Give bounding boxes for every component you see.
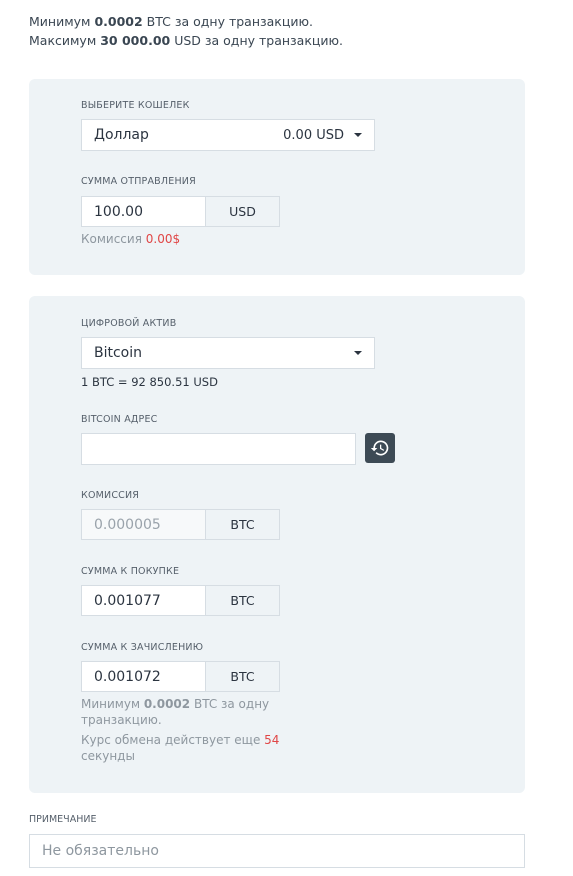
limits-min-value: 0.0002 [94, 14, 143, 29]
asset-label: ЦИФРОВОЙ АКТИВ [81, 318, 177, 329]
rate-valid-seconds: 54 [264, 733, 280, 747]
address-history-button[interactable] [365, 433, 395, 463]
credit-amount-unit: BTC [206, 661, 280, 692]
credit-amount-input[interactable]: 0.001072 [81, 661, 206, 692]
chevron-down-icon [354, 351, 362, 355]
asset-rate: 1 BTC = 92 850.51 USD [81, 375, 218, 389]
send-amount-label: СУММА ОТПРАВЛЕНИЯ [81, 176, 196, 187]
wallet-label: ВЫБЕРИТЕ КОШЕЛЕК [81, 100, 190, 111]
rate-valid-note: Курс обмена действует еще 54 секунды [81, 732, 279, 764]
credit-min-note: Минимум 0.0002 BTC за одну транзакцию. [81, 696, 269, 728]
comment-label: ПРИМЕЧАНИЕ [29, 814, 97, 825]
buy-amount-unit: BTC [206, 585, 280, 616]
asset-select[interactable]: Bitcoin [81, 337, 375, 369]
credit-min-prefix: Минимум [81, 697, 144, 711]
commission-label: КОМИССИЯ [81, 490, 140, 501]
credit-amount-label: СУММА К ЗАЧИСЛЕНИЮ [81, 642, 204, 653]
send-fee-value: 0.00$ [145, 232, 181, 246]
send-fee-note: Комиссия 0.00$ [81, 231, 180, 247]
limits-max-value: 30 000.00 [100, 33, 171, 48]
commission-unit: BTC [206, 509, 280, 540]
credit-min-line1: Минимум 0.0002 BTC за одну [81, 696, 269, 712]
credit-min-line2: транзакцию. [81, 713, 162, 727]
commission-input: 0.000005 [81, 509, 206, 540]
commission-field: 0.000005 BTC [81, 509, 280, 540]
rate-valid-line1: Курс обмена действует еще 54 [81, 732, 279, 748]
wallet-select[interactable]: Доллар 0.00 USD [81, 119, 375, 151]
buy-amount-field: 0.001077 BTC [81, 585, 280, 616]
limits-max-line: Максимум 30 000.00 USD за одну транзакци… [29, 31, 343, 50]
limits-info: Минимум 0.0002 BTC за одну транзакцию. М… [29, 12, 343, 50]
send-panel: ВЫБЕРИТЕ КОШЕЛЕК Доллар 0.00 USD СУММА О… [29, 79, 525, 275]
wallet-selected: Доллар [94, 127, 149, 143]
limits-min-line: Минимум 0.0002 BTC за одну транзакцию. [29, 12, 343, 31]
asset-selected: Bitcoin [94, 345, 143, 361]
credit-min-suffix: BTC за одну [190, 697, 270, 711]
buy-amount-label: СУММА К ПОКУПКЕ [81, 566, 180, 577]
chevron-down-icon [354, 133, 362, 137]
credit-min-value: 0.0002 [143, 697, 191, 711]
rate-valid-prefix: Курс обмена действует еще [81, 733, 265, 747]
send-fee-label: Комиссия [81, 232, 146, 246]
limits-min-suffix: BTC за одну транзакцию. [142, 14, 313, 29]
send-amount-unit: USD [206, 196, 280, 227]
send-amount-input[interactable]: 100.00 [81, 196, 206, 227]
address-input[interactable] [81, 433, 356, 465]
comment-input[interactable]: Не обязательно [29, 834, 525, 868]
history-icon [370, 440, 389, 456]
limits-max-prefix: Максимум [29, 33, 101, 48]
buy-amount-input[interactable]: 0.001077 [81, 585, 206, 616]
rate-valid-line2: секунды [81, 749, 135, 763]
wallet-balance: 0.00 USD [283, 127, 344, 143]
send-amount-field: 100.00 USD [81, 196, 280, 227]
limits-min-prefix: Минимум [29, 14, 95, 29]
credit-amount-field: 0.001072 BTC [81, 661, 280, 692]
address-label: BITCOIN АДРЕС [81, 414, 158, 425]
limits-max-suffix: USD за одну транзакцию. [170, 33, 344, 48]
receive-panel: ЦИФРОВОЙ АКТИВ Bitcoin 1 BTC = 92 850.51… [29, 296, 525, 793]
